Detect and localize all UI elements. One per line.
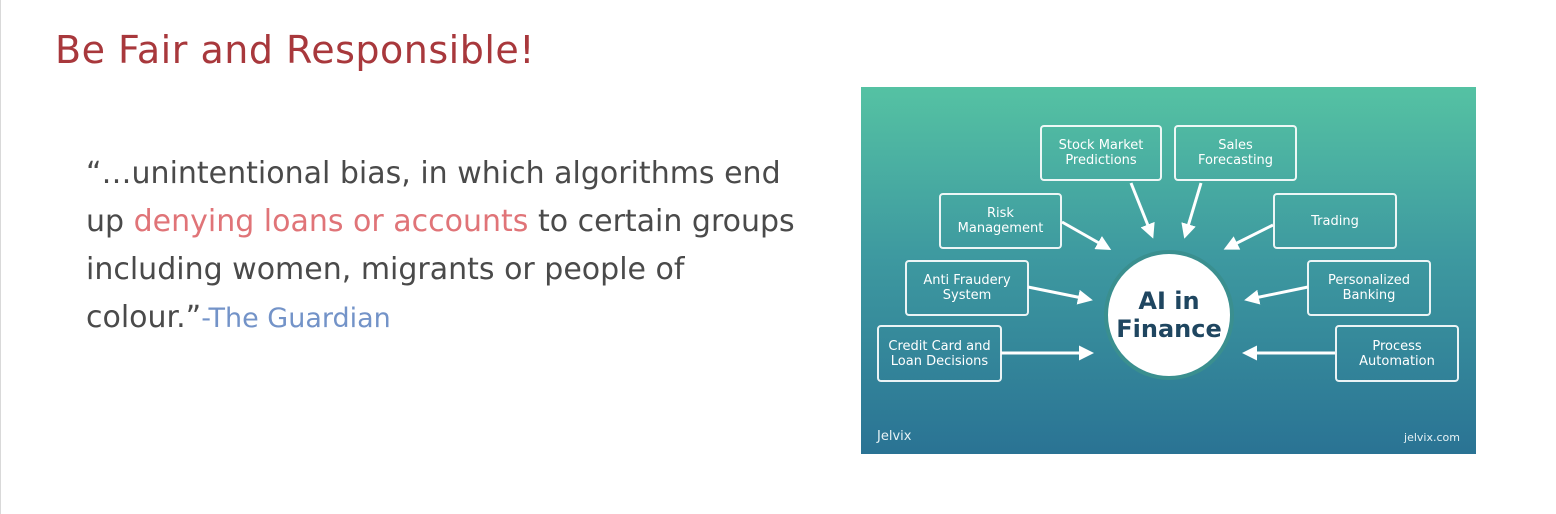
quote-text: “…unintentional bias, in which algorithm… — [86, 150, 816, 343]
arrow-fraud — [1027, 285, 1093, 305]
arrow-sales — [1181, 182, 1203, 239]
arrow-trading — [1223, 223, 1274, 250]
node-stock-market-predictions: Stock Market Predictions — [1040, 125, 1162, 181]
quote-highlight: denying loans or accounts — [133, 204, 529, 239]
arrow-risk — [1061, 220, 1112, 250]
node-process-automation: Process Automation — [1335, 325, 1459, 382]
node-credit-card-loan-decisions: Credit Card and Loan Decisions — [877, 325, 1002, 382]
slide-left-border — [0, 0, 1, 514]
slide-title: Be Fair and Responsible! — [55, 28, 535, 72]
arrow-stock — [1129, 182, 1155, 239]
node-anti-fraudery-system: Anti Fraudery System — [905, 260, 1029, 316]
quote-attribution: -The Guardian — [201, 303, 391, 334]
node-risk-management: Risk Management — [939, 193, 1062, 249]
ai-in-finance-infographic: Stock Market Predictions Sales Forecasti… — [861, 87, 1476, 454]
node-sales-forecasting: Sales Forecasting — [1174, 125, 1297, 181]
node-personalized-banking: Personalized Banking — [1307, 260, 1431, 316]
brand-url: jelvix.com — [1404, 431, 1460, 444]
node-trading: Trading — [1273, 193, 1397, 249]
center-ai-in-finance: AI in Finance — [1104, 250, 1234, 380]
arrow-banking — [1244, 285, 1309, 305]
brand-logo-jelvix: Jelvix — [877, 429, 912, 444]
